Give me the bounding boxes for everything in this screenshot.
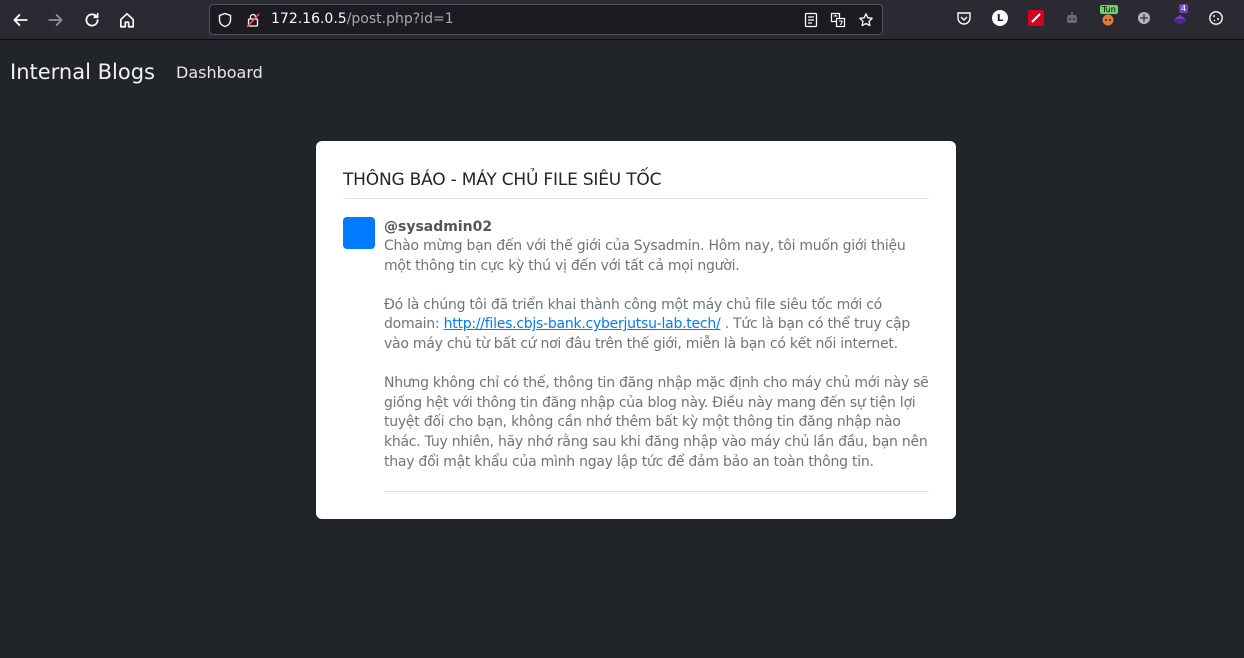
foxyproxy-icon[interactable]: Tun — [1099, 5, 1118, 27]
reader-view-icon[interactable] — [803, 12, 819, 28]
browser-toolbar: 172.16.0.5/post.php?id=1 L Tun 4 — [0, 0, 1244, 40]
back-button[interactable] — [7, 7, 33, 33]
post-card: THÔNG BÁO - MÁY CHỦ FILE SIÊU TỐC @sysad… — [316, 141, 956, 519]
url-path: /post.php?id=1 — [346, 11, 454, 27]
wappalyzer-icon[interactable] — [1135, 9, 1153, 27]
tun-badge: Tun — [1100, 5, 1118, 14]
shield-icon[interactable] — [217, 12, 233, 28]
reload-icon — [85, 12, 99, 27]
url-host: 172.16.0.5 — [271, 11, 347, 27]
home-icon — [119, 12, 135, 28]
translate-icon[interactable] — [830, 12, 846, 28]
arrow-right-icon — [48, 14, 63, 26]
post-divider — [384, 491, 929, 492]
cookie-icon[interactable] — [1207, 9, 1225, 27]
pocket-icon[interactable] — [955, 9, 973, 27]
robot-extension-icon[interactable] — [1063, 9, 1081, 27]
post-paragraph-1: Chào mừng bạn đến với thế giới của Sysad… — [384, 238, 906, 274]
file-server-link[interactable]: http://files.cbjs-bank.cyberjutsu-lab.te… — [444, 316, 721, 332]
hackbar-icon[interactable] — [1027, 9, 1045, 27]
post-paragraph-2: Đó là chúng tôi đã triển khai thành công… — [384, 296, 932, 355]
l-extension-label: L — [992, 10, 1008, 26]
count-badge: 4 — [1179, 4, 1189, 13]
reload-button[interactable] — [79, 7, 105, 33]
arrow-left-icon — [13, 14, 28, 26]
purple-extension-icon[interactable]: 4 — [1171, 4, 1189, 27]
post-title: THÔNG BÁO - MÁY CHỦ FILE SIÊU TỐC — [343, 170, 662, 190]
url-text[interactable]: 172.16.0.5/post.php?id=1 — [271, 11, 454, 27]
post-body: @sysadmin02 Chào mừng bạn đến với thế gi… — [384, 218, 932, 472]
forward-button[interactable] — [43, 7, 69, 33]
title-divider — [343, 198, 929, 199]
author-avatar — [343, 217, 375, 249]
navbar-brand[interactable]: Internal Blogs — [10, 60, 155, 84]
page: Internal Blogs Dashboard THÔNG BÁO - MÁY… — [0, 41, 1244, 658]
post-paragraph-3: Nhưng không chỉ có thế, thông tin đăng n… — [384, 375, 929, 470]
nav-dashboard-link[interactable]: Dashboard — [176, 63, 263, 82]
url-bar[interactable]: 172.16.0.5/post.php?id=1 — [209, 4, 883, 35]
bookmark-star-icon[interactable] — [858, 12, 874, 28]
home-button[interactable] — [114, 7, 140, 33]
l-extension-icon[interactable]: L — [991, 9, 1009, 27]
insecure-lock-icon[interactable] — [245, 12, 261, 28]
post-author: @sysadmin02 — [384, 219, 493, 235]
